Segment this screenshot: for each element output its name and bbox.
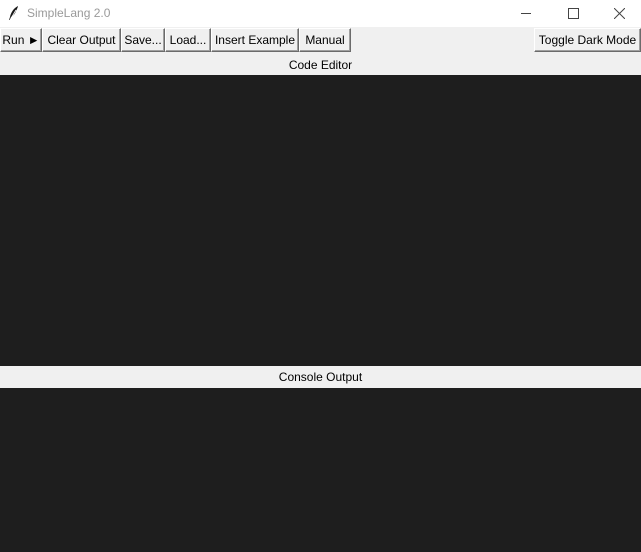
minimize-button[interactable] bbox=[503, 0, 549, 27]
manual-button[interactable]: Manual bbox=[299, 28, 351, 52]
clear-output-button[interactable]: Clear Output bbox=[42, 28, 121, 52]
run-button[interactable]: Run ► bbox=[0, 28, 42, 52]
toggle-dark-mode-button[interactable]: Toggle Dark Mode bbox=[534, 28, 641, 52]
close-button[interactable] bbox=[596, 0, 641, 27]
load-button[interactable]: Load... bbox=[165, 28, 211, 52]
minimize-icon bbox=[520, 8, 532, 19]
code-editor[interactable] bbox=[0, 75, 641, 366]
title-bar[interactable]: SimpleLang 2.0 bbox=[0, 0, 641, 27]
console-output[interactable] bbox=[0, 388, 641, 552]
insert-example-button[interactable]: Insert Example bbox=[211, 28, 299, 52]
feather-icon bbox=[7, 5, 21, 21]
app-window: SimpleLang 2.0 Run ► Clear Output Save..… bbox=[0, 0, 641, 552]
maximize-icon bbox=[567, 8, 579, 19]
save-button[interactable]: Save... bbox=[121, 28, 165, 52]
code-editor-label: Code Editor bbox=[0, 55, 641, 75]
maximize-button[interactable] bbox=[550, 0, 596, 27]
toolbar: Run ► Clear Output Save... Load... Inser… bbox=[0, 28, 641, 54]
console-output-label: Console Output bbox=[0, 367, 641, 387]
window-title: SimpleLang 2.0 bbox=[27, 6, 111, 20]
close-icon bbox=[613, 8, 625, 19]
